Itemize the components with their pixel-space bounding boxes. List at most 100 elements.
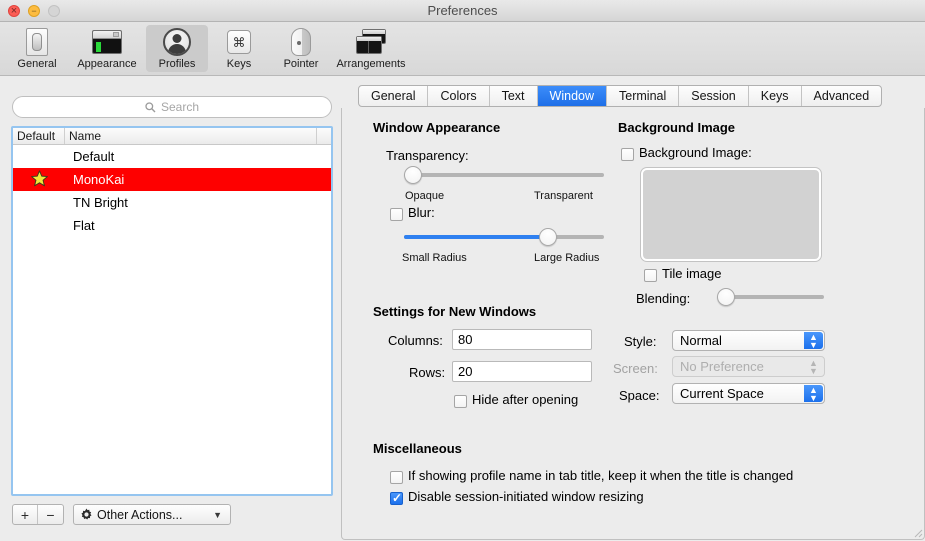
profile-name: Default [73,149,115,164]
chevron-updown-icon: ▲ ▼ [804,385,823,403]
tab-colors[interactable]: Colors [428,86,490,106]
screen-dropdown: No Preference ▲ ▼ [672,356,825,377]
search-input[interactable]: Search [12,96,332,118]
transparency-max-label: Transparent [534,190,593,202]
profile-name: Flat [73,218,95,233]
column-header-default[interactable]: Default [13,128,65,144]
toolbar-item-profiles[interactable]: Profiles [146,25,208,72]
table-row[interactable]: MonoKai [13,168,331,191]
style-label: Style: [624,334,657,349]
settings-tabbar: General Colors Text Window Terminal Sess… [358,85,883,107]
rows-input[interactable]: 20 [452,361,592,382]
tab-general[interactable]: General [359,86,429,106]
blur-min-label: Small Radius [402,252,467,264]
toolbar-item-pointer[interactable]: Pointer [270,25,332,72]
tile-image-label: Tile image [662,266,722,281]
profiles-list[interactable]: Default Name Default MonoKai TN Bright F… [11,126,333,496]
window-tab-panel: Window Appearance Transparency: Opaque T… [341,108,925,540]
blur-max-label: Large Radius [534,252,600,264]
space-value: Current Space [680,386,764,401]
toolbar-item-label: Arrangements [336,58,406,70]
tab-text[interactable]: Text [490,86,538,106]
profile-name: MonoKai [73,172,125,187]
gear-icon [80,508,93,521]
space-label: Space: [619,388,660,403]
remove-profile-button[interactable]: − [38,505,63,524]
tab-keys[interactable]: Keys [749,86,802,106]
profiles-sidebar: Search Default Name Default MonoKai TN B… [0,76,340,540]
search-placeholder: Search [160,100,200,114]
chevron-updown-icon: ▲ ▼ [809,358,818,376]
screen-value: No Preference [680,359,764,374]
background-image-well[interactable] [641,168,821,261]
general-icon [22,27,52,57]
table-row[interactable]: TN Bright [13,191,331,214]
appearance-icon [92,27,122,57]
slider-track [404,173,604,177]
star-icon [30,169,48,190]
transparency-label: Transparency: [386,148,469,163]
add-profile-button[interactable]: + [13,505,38,524]
blending-slider[interactable] [717,288,824,306]
toolbar-item-arrangements[interactable]: Arrangements [332,25,410,72]
profiles-list-header: Default Name [13,128,331,145]
search-field-wrap: Search [12,96,332,118]
blur-radius-slider[interactable] [404,228,604,246]
keep-tab-title-checkbox[interactable] [390,471,403,484]
resize-grip[interactable] [911,526,923,538]
toolbar-item-label: Profiles [158,58,196,70]
toolbar-item-label: Keys [226,58,252,70]
toolbar-item-general[interactable]: General [6,25,68,72]
columns-input[interactable]: 80 [452,329,592,350]
columns-label: Columns: [388,333,443,348]
tab-advanced[interactable]: Advanced [802,86,882,106]
window-appearance-heading: Window Appearance [373,120,501,135]
disable-window-resizing-label: Disable session-initiated window resizin… [408,489,644,504]
window-titlebar: Preferences [0,0,925,22]
blur-label: Blur: [408,205,435,220]
blending-label: Blending: [636,291,691,306]
profiles-icon [162,27,192,57]
chevron-down-icon: ▼ [213,509,222,520]
background-image-checkbox[interactable] [621,148,634,161]
tab-session[interactable]: Session [679,86,749,106]
miscellaneous-heading: Miscellaneous [373,441,462,456]
rows-label: Rows: [409,365,446,380]
table-row[interactable]: Flat [13,214,331,237]
keys-icon: ⌘ [224,27,254,57]
slider-fill [404,235,548,239]
column-header-name[interactable]: Name [65,128,317,144]
keep-tab-title-label: If showing profile name in tab title, ke… [408,468,794,483]
disable-window-resizing-checkbox[interactable] [390,491,403,505]
toolbar-item-appearance[interactable]: Appearance [68,25,146,72]
preferences-toolbar: General Appearance Profiles ⌘ Keys Point… [0,22,925,76]
space-dropdown[interactable]: Current Space ▲ ▼ [672,383,825,404]
other-actions-button[interactable]: Other Actions... ▼ [73,504,231,525]
profile-settings-pane: General Colors Text Window Terminal Sess… [341,76,925,540]
hide-after-opening-checkbox[interactable] [454,395,467,408]
hide-after-opening-label: Hide after opening [472,392,579,407]
tab-window[interactable]: Window [537,86,608,106]
window-title: Preferences [427,3,498,18]
slider-knob[interactable] [717,288,735,306]
transparency-slider[interactable] [404,166,604,184]
search-icon [145,101,156,113]
style-value: Normal [680,333,722,348]
pointer-icon [286,27,316,57]
table-row[interactable]: Default [13,145,331,168]
toolbar-item-label: Appearance [77,58,137,70]
tab-terminal[interactable]: Terminal [607,86,680,106]
profiles-footer-toolbar: + − Other Actions... ▼ [12,504,231,525]
tile-image-checkbox[interactable] [644,269,657,282]
add-remove-segmented-control: + − [12,504,64,525]
slider-knob[interactable] [539,228,557,246]
style-dropdown[interactable]: Normal ▲ ▼ [672,330,825,351]
row-default-marker [13,169,65,190]
toolbar-item-keys[interactable]: ⌘ Keys [208,25,270,72]
chevron-updown-icon: ▲ ▼ [804,332,823,350]
new-windows-heading: Settings for New Windows [373,304,537,319]
profile-name: TN Bright [73,195,128,210]
blur-checkbox[interactable] [390,208,403,221]
slider-knob[interactable] [404,166,422,184]
transparency-min-label: Opaque [405,190,445,202]
